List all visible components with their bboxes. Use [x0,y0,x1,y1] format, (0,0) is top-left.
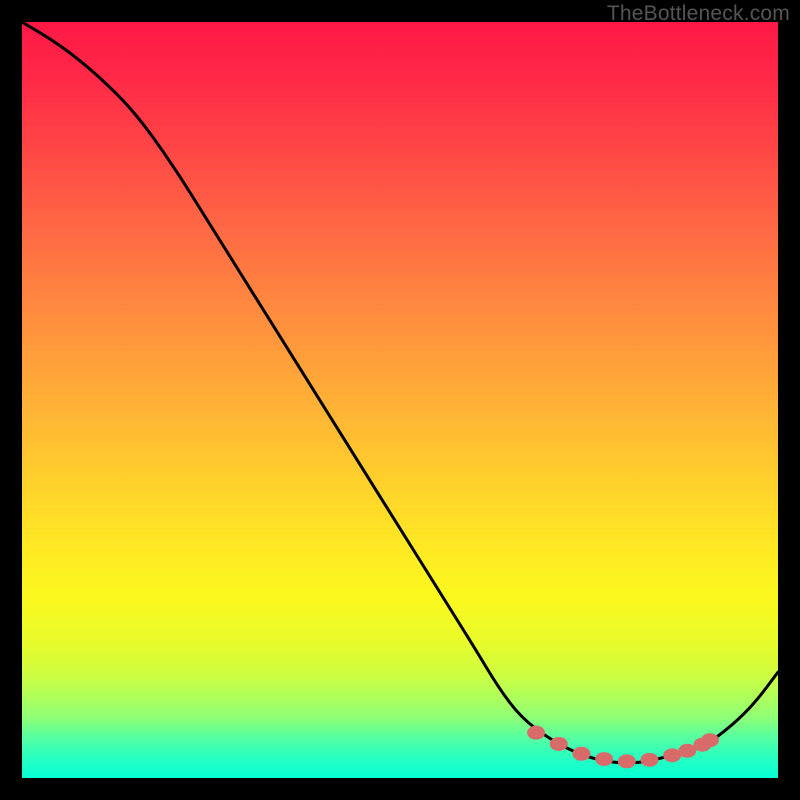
chart-frame [22,22,778,778]
marker-dot [550,737,568,751]
marker-dot [527,726,545,740]
marker-dot [701,733,719,747]
marker-dot [640,753,658,767]
marker-dot [595,752,613,766]
marker-group [527,726,719,769]
chart-svg [22,22,778,778]
bottleneck-curve [22,22,778,763]
marker-dot [572,747,590,761]
marker-dot [618,754,636,768]
